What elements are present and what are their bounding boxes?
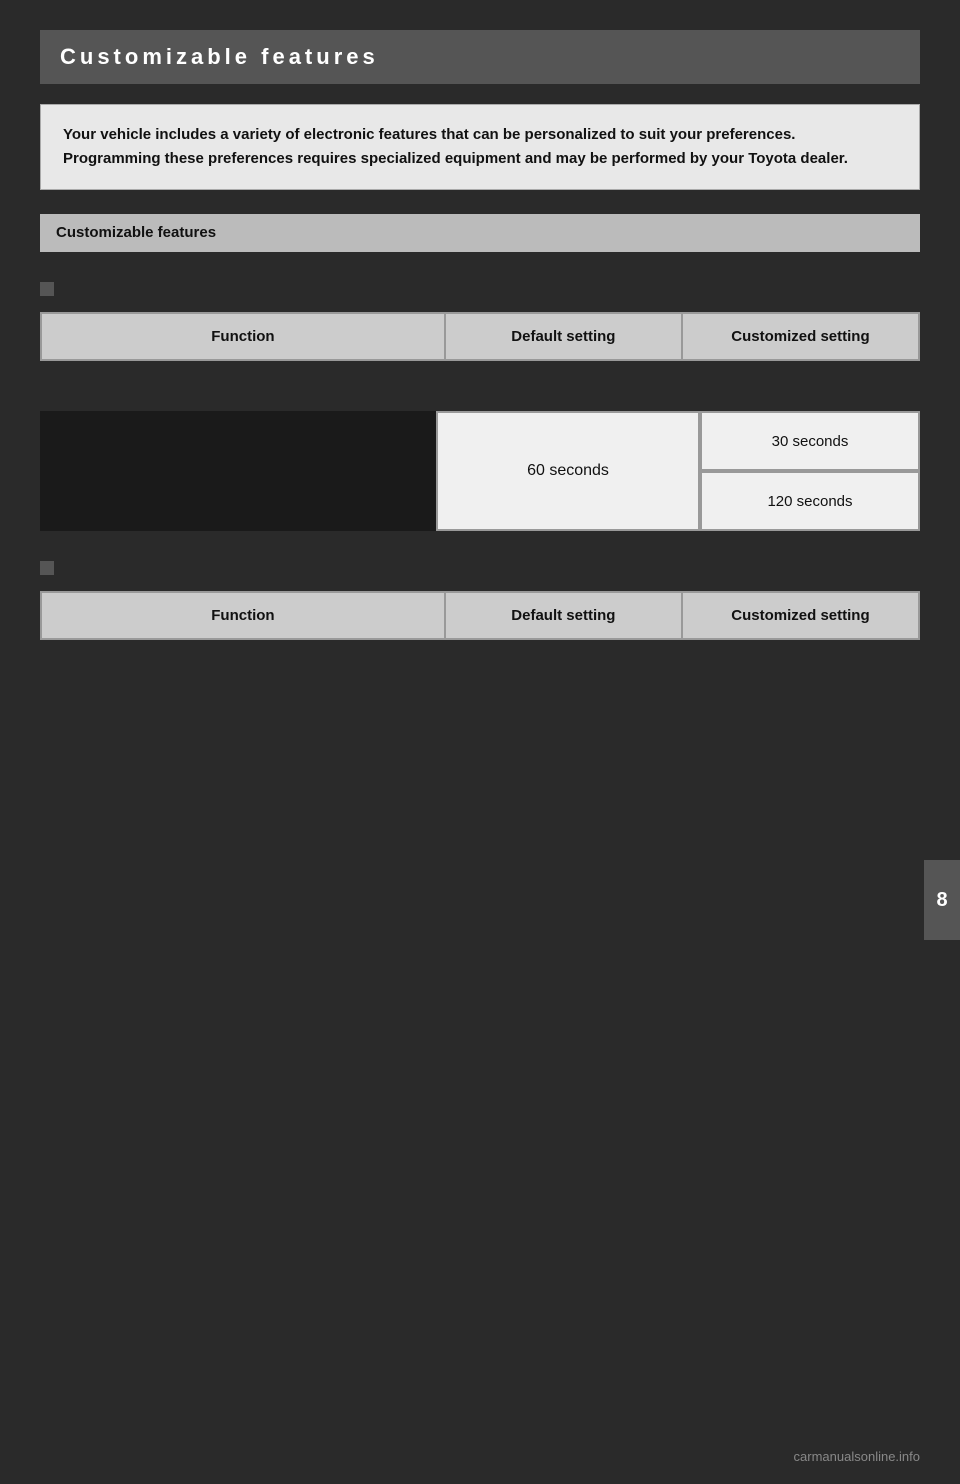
- logo-text: carmanualsonline.info: [794, 1449, 920, 1464]
- custom-seconds-column: 30 seconds 120 seconds: [700, 411, 920, 531]
- table2-header-customized: Customized setting: [682, 592, 919, 639]
- bullet-2-row: [40, 551, 920, 583]
- table-2: Function Default setting Customized sett…: [40, 591, 920, 640]
- function-cell: [40, 411, 436, 531]
- info-text: Your vehicle includes a variety of elect…: [63, 123, 897, 171]
- main-area: Customizable features Your vehicle inclu…: [0, 0, 960, 1484]
- default-seconds: 60 seconds: [436, 411, 700, 531]
- page: Customizable features Your vehicle inclu…: [0, 0, 960, 1484]
- bullet-square-1: [40, 282, 54, 296]
- table1-header-function: Function: [41, 313, 445, 360]
- bullet-square-2: [40, 561, 54, 575]
- sub-section-label: Customizable features: [56, 224, 216, 241]
- table2-header-default: Default setting: [445, 592, 682, 639]
- side-tab-number: 8: [936, 889, 947, 912]
- sub-section-bar: Customizable features: [40, 214, 920, 252]
- page-title-bar: Customizable features: [40, 30, 920, 84]
- option-120-seconds: 120 seconds: [700, 471, 920, 531]
- option-30-seconds: 30 seconds: [700, 411, 920, 471]
- table1-header-default: Default setting: [445, 313, 682, 360]
- bullet-1-row: [40, 272, 920, 304]
- side-tab: 8: [924, 860, 960, 940]
- table1-header-customized: Customized setting: [682, 313, 919, 360]
- info-box: Your vehicle includes a variety of elect…: [40, 104, 920, 190]
- table2-header-function: Function: [41, 592, 445, 639]
- table-1: Function Default setting Customized sett…: [40, 312, 920, 361]
- table1-spacer: [40, 361, 920, 391]
- data-row: 60 seconds 30 seconds 120 seconds: [40, 411, 920, 531]
- page-title: Customizable features: [60, 44, 900, 70]
- seconds-section: 60 seconds 30 seconds 120 seconds: [436, 411, 920, 531]
- bottom-logo: carmanualsonline.info: [794, 1449, 920, 1464]
